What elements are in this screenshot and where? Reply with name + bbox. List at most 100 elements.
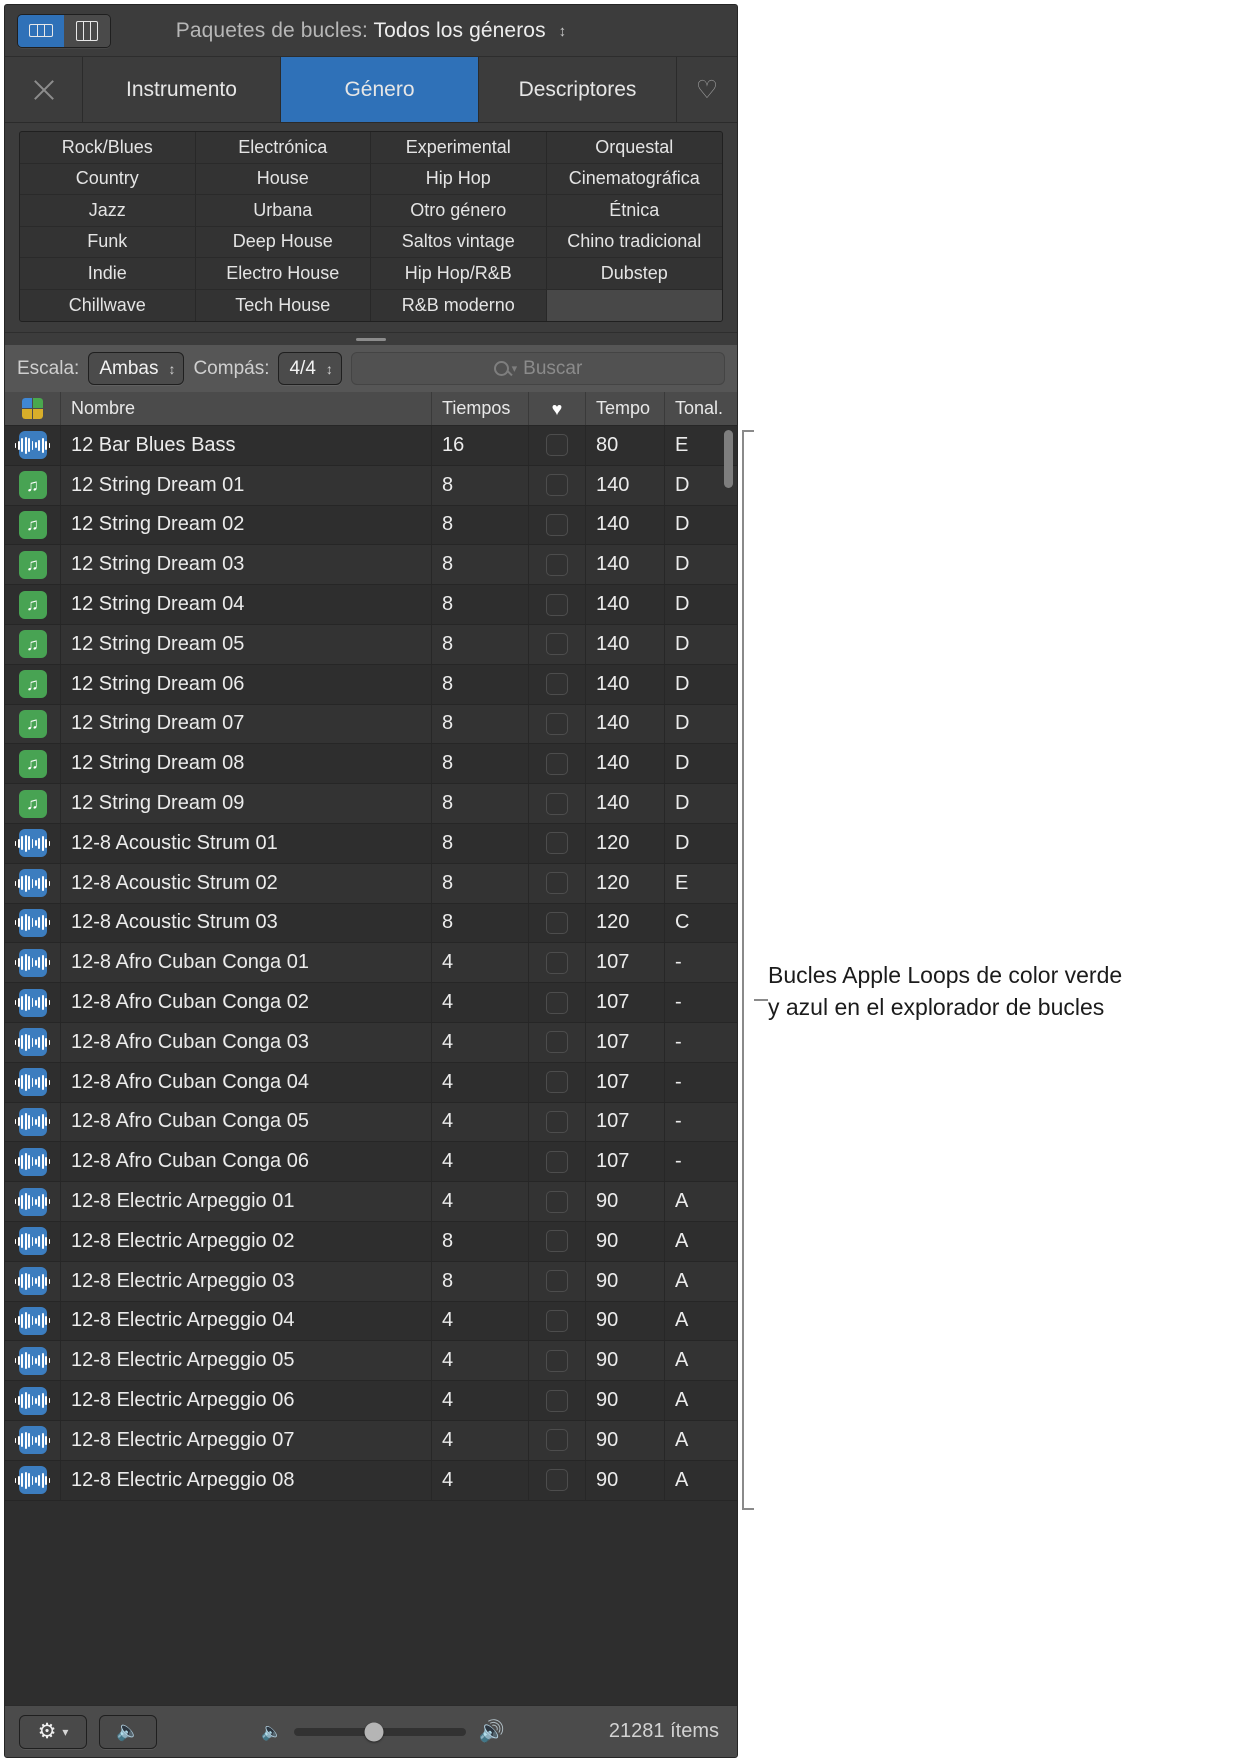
scale-popup[interactable]: Ambas ↕ — [88, 352, 185, 385]
table-row[interactable]: 12-8 Acoustic Strum 02 8 120 E — [5, 863, 737, 904]
table-row[interactable]: 12-8 Afro Cuban Conga 02 4 107- — [5, 983, 737, 1023]
table-row[interactable]: 12-8 Electric Arpeggio 05 4 90 A — [5, 1341, 737, 1382]
favorite-cell[interactable] — [529, 1102, 586, 1142]
favorite-checkbox[interactable] — [546, 474, 568, 497]
genre-cell[interactable]: Funk — [20, 226, 196, 258]
scrollbar-thumb[interactable] — [724, 430, 733, 488]
column-header-name[interactable]: Nombre — [61, 392, 432, 425]
search-input[interactable]: ▾ Buscar — [350, 352, 725, 385]
table-row[interactable]: 12-8 Acoustic Strum 01 8 120 D — [5, 823, 737, 864]
favorite-cell[interactable] — [529, 983, 586, 1022]
genre-cell[interactable]: Chillwave — [20, 289, 196, 321]
favorite-checkbox[interactable] — [546, 1150, 568, 1173]
tab-favoritos[interactable]: ♡ — [677, 57, 737, 122]
table-row[interactable]: 12-8 Electric Arpeggio 02 8 90 A — [5, 1221, 737, 1262]
close-browser-button[interactable] — [5, 57, 83, 122]
favorite-cell[interactable] — [529, 585, 586, 624]
table-row[interactable]: 12-8 Acoustic Strum 03 8 120 C — [5, 903, 737, 944]
favorite-cell[interactable] — [529, 1381, 586, 1420]
table-row[interactable]: ♫ 12 String Dream 08 8 140 D — [5, 744, 737, 785]
column-header-favorite[interactable]: ♥ — [529, 392, 586, 425]
genre-cell[interactable]: Cinematográfica — [546, 163, 722, 195]
genre-cell[interactable]: Saltos vintage — [371, 226, 547, 258]
loop-pack-title[interactable]: Paquetes de bucles: Todos los géneros ↕ — [5, 19, 737, 43]
genre-cell[interactable]: Electrónica — [195, 132, 371, 164]
table-row[interactable]: ♫ 12 String Dream 03 8 140 D — [5, 545, 737, 586]
favorite-checkbox[interactable] — [546, 752, 568, 775]
favorite-checkbox[interactable] — [546, 1429, 568, 1452]
table-row[interactable]: 12-8 Afro Cuban Conga 05 4 107- — [5, 1102, 737, 1143]
table-row[interactable]: ♫ 12 String Dream 07 8 140 D — [5, 704, 737, 745]
favorite-checkbox[interactable] — [546, 1309, 568, 1332]
column-header-icon[interactable] — [5, 392, 61, 425]
favorite-checkbox[interactable] — [546, 911, 568, 934]
table-row[interactable]: ♫ 12 String Dream 05 8 140 D — [5, 624, 737, 665]
table-row[interactable]: ♫ 12 String Dream 09 8 140 D — [5, 784, 737, 824]
favorite-cell[interactable] — [529, 1221, 586, 1261]
favorite-cell[interactable] — [529, 1022, 586, 1062]
volume-slider[interactable] — [294, 1722, 467, 1741]
table-row[interactable]: 12-8 Electric Arpeggio 04 4 90 A — [5, 1301, 737, 1342]
button-view-packs[interactable] — [18, 14, 64, 47]
favorite-checkbox[interactable] — [546, 593, 568, 616]
column-header-beats[interactable]: Tiempos — [432, 392, 529, 425]
favorite-cell[interactable] — [529, 704, 586, 744]
favorite-checkbox[interactable] — [546, 832, 568, 855]
table-row[interactable]: 12-8 Afro Cuban Conga 04 4 107- — [5, 1062, 737, 1103]
favorite-checkbox[interactable] — [546, 1230, 568, 1253]
table-row[interactable]: 12-8 Afro Cuban Conga 03 4 107- — [5, 1022, 737, 1063]
genre-cell[interactable]: Otro género — [371, 195, 547, 227]
preview-mute-button[interactable]: 🔈 — [99, 1714, 157, 1749]
genre-cell[interactable]: Electro House — [195, 258, 371, 290]
table-row[interactable]: 12-8 Electric Arpeggio 01 4 90 A — [5, 1182, 737, 1222]
genre-cell[interactable]: Jazz — [20, 195, 196, 227]
favorite-checkbox[interactable] — [546, 792, 568, 815]
genre-cell[interactable]: Tech House — [195, 289, 371, 321]
chevron-updown-icon[interactable]: ↕ — [559, 24, 567, 39]
favorite-checkbox[interactable] — [546, 1071, 568, 1094]
favorite-cell[interactable] — [529, 1142, 586, 1182]
favorite-checkbox[interactable] — [546, 633, 568, 656]
favorite-checkbox[interactable] — [546, 712, 568, 735]
table-row[interactable]: ♫ 12 String Dream 01 8 140 D — [5, 465, 737, 506]
favorite-checkbox[interactable] — [546, 951, 568, 974]
favorite-cell[interactable] — [529, 1062, 586, 1102]
favorite-checkbox[interactable] — [546, 513, 568, 536]
genre-cell[interactable]: Étnica — [546, 195, 722, 227]
genre-cell[interactable]: Dubstep — [546, 258, 722, 290]
table-row[interactable]: 12-8 Afro Cuban Conga 06 4 107- — [5, 1142, 737, 1183]
favorite-cell[interactable] — [529, 1301, 586, 1341]
favorite-cell[interactable] — [529, 624, 586, 664]
table-row[interactable]: 12-8 Electric Arpeggio 08 4 90 A — [5, 1460, 737, 1501]
favorite-cell[interactable] — [529, 465, 586, 505]
genre-cell[interactable]: Rock/Blues — [20, 132, 196, 164]
genre-cell[interactable]: Experimental — [371, 132, 547, 164]
favorite-checkbox[interactable] — [546, 1469, 568, 1492]
table-row[interactable]: ♫ 12 String Dream 02 8 140 D — [5, 505, 737, 546]
vertical-scrollbar[interactable] — [722, 428, 735, 1703]
genre-cell[interactable]: Hip Hop/R&B — [371, 258, 547, 290]
genre-cell[interactable]: Indie — [20, 258, 196, 290]
genre-cell[interactable]: Hip Hop — [371, 163, 547, 195]
favorite-cell[interactable] — [529, 1261, 586, 1301]
tab-instrumento[interactable]: Instrumento — [83, 57, 281, 122]
settings-menu-button[interactable]: ⚙ ▾ — [19, 1714, 87, 1749]
genre-cell[interactable]: R&B moderno — [371, 289, 547, 321]
favorite-cell[interactable] — [529, 1182, 586, 1221]
favorite-cell[interactable] — [529, 1420, 586, 1460]
favorite-checkbox[interactable] — [546, 872, 568, 895]
tab-genero[interactable]: Género — [281, 57, 479, 122]
chevron-down-icon[interactable]: ▾ — [512, 362, 518, 375]
table-row[interactable]: 12 Bar Blues Bass 16 80 E — [5, 426, 737, 466]
favorite-cell[interactable] — [529, 863, 586, 903]
favorite-checkbox[interactable] — [546, 673, 568, 696]
table-row[interactable]: ♫ 12 String Dream 06 8 140 D — [5, 664, 737, 705]
volume-slider-knob[interactable] — [364, 1722, 384, 1741]
table-row[interactable]: 12-8 Afro Cuban Conga 01 4 107- — [5, 943, 737, 984]
view-toggle-group[interactable] — [17, 13, 111, 48]
button-view-columns[interactable] — [64, 14, 110, 47]
favorite-cell[interactable] — [529, 903, 586, 943]
genre-cell[interactable]: Orquestal — [546, 132, 722, 164]
favorite-checkbox[interactable] — [546, 991, 568, 1014]
table-row[interactable]: ♫ 12 String Dream 04 8 140 D — [5, 585, 737, 625]
